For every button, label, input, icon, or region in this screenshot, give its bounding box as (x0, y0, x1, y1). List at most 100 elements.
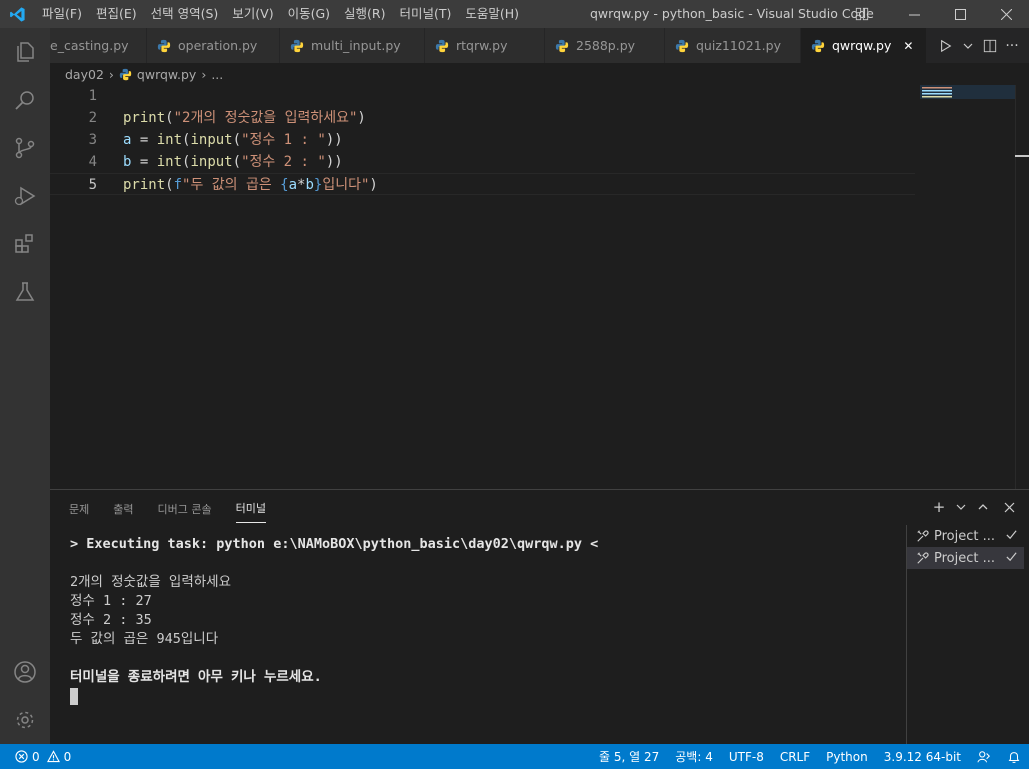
overview-ruler (1015, 85, 1016, 489)
explorer-icon[interactable] (0, 28, 50, 76)
close-tab-icon[interactable]: ✕ (903, 39, 913, 53)
panel-tab[interactable]: 디버그 콘솔 (158, 493, 212, 523)
source-control-icon[interactable] (0, 124, 50, 172)
code-token: input (190, 132, 233, 148)
terminal-instance[interactable]: Project ... (907, 525, 1024, 547)
code-line[interactable]: 3a = int(input("정수 1 : ")) (50, 129, 915, 151)
terminal-line: > Executing task: python e:\NAMoBOX\pyth… (70, 536, 599, 552)
vscode-logo-icon[interactable] (0, 0, 35, 28)
terminal-line: 터미널을 종료하려면 아무 키나 누르세요. (70, 669, 322, 685)
minimap[interactable] (920, 85, 1015, 489)
testing-flask-icon[interactable] (0, 268, 50, 316)
terminal-cursor (70, 687, 78, 705)
settings-gear-icon[interactable] (0, 696, 50, 744)
encoding[interactable]: UTF-8 (721, 750, 772, 764)
menu-item[interactable]: 편집(E) (89, 0, 144, 28)
python-icon (290, 39, 304, 53)
code-token: ( (232, 132, 242, 148)
language-mode[interactable]: Python (818, 750, 876, 764)
editor-tab[interactable]: qwrqw.py ✕ (801, 28, 927, 63)
tools-icon (916, 529, 930, 543)
breadcrumb-folder[interactable]: day02 (65, 67, 104, 82)
code-token: "두 값의 곱은 (182, 177, 281, 193)
code-token: int (156, 132, 183, 148)
menu-item[interactable]: 보기(V) (225, 0, 280, 28)
line-number: 1 (88, 88, 97, 104)
window-controls (891, 0, 1029, 28)
terminal-output[interactable]: > Executing task: python e:\NAMoBOX\pyth… (70, 535, 900, 740)
indentation[interactable]: 공백: 4 (667, 748, 721, 765)
split-editor-icon[interactable] (979, 35, 1001, 57)
accounts-icon[interactable] (0, 648, 50, 696)
code-token: a (288, 177, 298, 193)
feedback-icon[interactable] (969, 750, 999, 764)
problems-indicator[interactable]: 0 0 (0, 750, 71, 764)
code-token: ) (369, 177, 378, 193)
customize-layout-icon[interactable] (852, 4, 872, 24)
close-panel-icon[interactable] (999, 496, 1019, 518)
python-icon (157, 39, 171, 53)
terminal-prompt-line (70, 687, 900, 706)
terminal-dropdown-chevron-icon[interactable] (955, 496, 967, 518)
panel-tab[interactable]: 출력 (113, 493, 133, 523)
terminal-instance-label: Project ... (934, 550, 996, 566)
menu-item[interactable]: 실행(R) (337, 0, 392, 28)
cursor-position[interactable]: 줄 5, 열 27 (591, 748, 667, 765)
end-of-line[interactable]: CRLF (772, 750, 818, 764)
breadcrumb-file[interactable]: qwrqw.py (137, 67, 196, 82)
editor-tab[interactable]: e_casting.py (50, 28, 147, 63)
editor-tab[interactable]: quiz11021.py (665, 28, 801, 63)
editor-tab[interactable]: operation.py (147, 28, 280, 63)
python-icon (811, 39, 825, 53)
tab-label: rtqrw.py (456, 38, 508, 53)
line-number: 4 (88, 154, 97, 170)
tab-label: operation.py (178, 38, 258, 53)
menu-item[interactable]: 선택 영역(S) (144, 0, 226, 28)
editor-tab[interactable]: rtqrw.py (425, 28, 545, 63)
code-token: ( (232, 154, 242, 170)
notifications-bell-icon[interactable] (999, 750, 1029, 764)
line-number: 5 (88, 177, 97, 193)
editor-tabs: e_casting.py operation.py multi_input.py rt… (50, 28, 1029, 63)
run-python-file-icon[interactable] (935, 35, 957, 57)
line-number: 3 (88, 132, 97, 148)
terminal-instance[interactable]: Project ... (907, 547, 1024, 569)
menu-item[interactable]: 파일(F) (35, 0, 89, 28)
menu-item[interactable]: 이동(G) (281, 0, 337, 28)
tools-icon (916, 551, 930, 565)
python-interpreter[interactable]: 3.9.12 64-bit (876, 750, 969, 764)
code-editor[interactable]: 1 2 print("2개의 정숫값을 입력하세요") 3 a = int(input(… (50, 85, 1029, 489)
code-line[interactable]: 2 print("2개의 정숫값을 입력하세요") (50, 107, 915, 129)
panel-tab[interactable]: 문제 (69, 493, 89, 523)
menu-bar: 파일(F) 편집(E) 선택 영역(S) 보기(V) 이동(G) 실행(R) 터미널(T) 도… (35, 0, 526, 28)
tab-label: qwrqw.py (832, 38, 892, 53)
code-token: print (123, 110, 166, 126)
terminal-line: 2개의 정숫값을 입력하세요 (70, 574, 232, 590)
editor-tab[interactable]: multi_input.py (280, 28, 425, 63)
more-actions-icon[interactable]: ··· (1001, 35, 1023, 57)
code-line[interactable]: 1 (50, 85, 915, 107)
run-dropdown-chevron-icon[interactable] (957, 35, 979, 57)
scrollbar-position[interactable] (1015, 155, 1029, 157)
extensions-icon[interactable] (0, 220, 50, 268)
menu-item[interactable]: 터미널(T) (393, 0, 459, 28)
code-line[interactable]: 4b = int(input("정수 2 : ")) (50, 151, 915, 173)
panel-tab[interactable]: 터미널 (235, 492, 266, 523)
search-icon[interactable] (0, 76, 50, 124)
panel-actions: + (929, 496, 1019, 518)
code-line[interactable]: 5 print(f"두 값의 곱은 {a*b}입니다") (50, 173, 915, 195)
new-terminal-plus-icon[interactable]: + (929, 496, 949, 518)
menu-item[interactable]: 도움말(H) (458, 0, 526, 28)
editor-tab[interactable]: 2588p.py (545, 28, 665, 63)
check-icon (1005, 550, 1018, 567)
terminal-line: 정수 1 : 27 (70, 593, 152, 609)
breadcrumb-symbols[interactable]: ... (211, 67, 223, 82)
maximize-icon[interactable] (937, 0, 983, 28)
close-window-icon[interactable] (983, 0, 1029, 28)
run-debug-icon[interactable] (0, 172, 50, 220)
code-token: int (156, 154, 183, 170)
maximize-panel-chevron-up-icon[interactable] (973, 496, 993, 518)
minimize-icon[interactable] (891, 0, 937, 28)
breadcrumb: day02 › qwrqw.py › ... (50, 63, 1029, 85)
